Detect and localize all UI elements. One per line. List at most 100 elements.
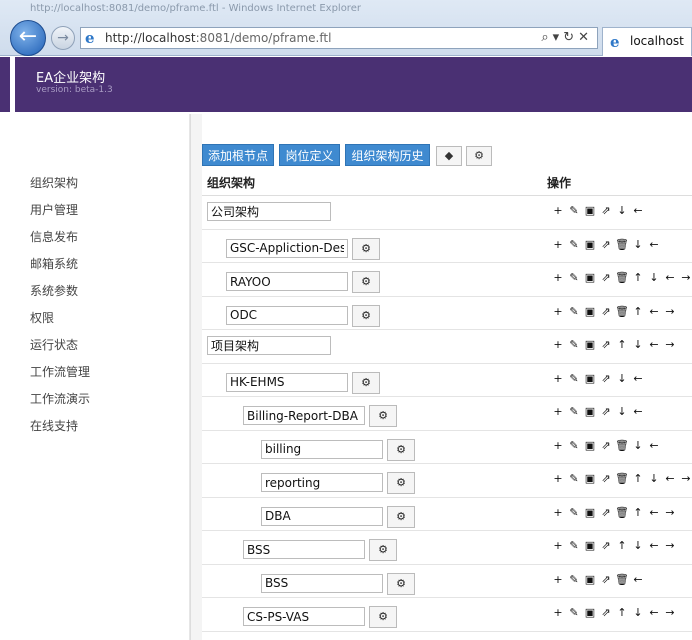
add-icon[interactable]: + [550,472,566,485]
move-down-icon[interactable]: ↓ [646,271,662,284]
add-icon[interactable]: + [550,372,566,385]
delete-icon[interactable]: 🗑 [614,506,630,519]
indent-icon[interactable]: → [678,271,692,284]
open-icon[interactable]: ⇗ [598,238,614,251]
add-icon[interactable]: + [550,305,566,318]
open-icon[interactable]: ⇗ [598,606,614,619]
edit-icon[interactable]: ✎ [566,439,582,452]
move-down-icon[interactable]: ↓ [646,472,662,485]
sidebar-item[interactable]: 运行状态 [30,336,90,363]
forward-arrow-icon[interactable]: → [51,26,75,50]
indent-icon[interactable]: → [662,338,678,351]
edit-icon[interactable]: ✎ [566,573,582,586]
edit-icon[interactable]: ✎ [566,506,582,519]
delete-icon[interactable]: 🗑 [614,439,630,452]
sidebar-item[interactable]: 权限 [30,309,90,336]
move-down-icon[interactable]: ↓ [630,606,646,619]
node-name-input[interactable] [243,607,365,626]
gear-icon[interactable]: ⚙ [387,572,415,595]
sidebar-item[interactable]: 工作流演示 [30,390,90,417]
gear-icon[interactable]: ⚙ [369,405,397,427]
outdent-icon[interactable]: ← [646,539,662,552]
outdent-icon[interactable]: ← [630,573,646,586]
edit-icon[interactable]: ✎ [566,606,582,619]
node-name-input[interactable] [226,372,348,392]
node-name-input[interactable] [261,506,383,526]
move-up-icon[interactable]: ↑ [614,539,630,552]
sidebar-item[interactable]: 在线支持 [30,417,90,444]
dropdown-icon[interactable]: ▾ [553,30,564,45]
gear-icon[interactable]: ⚙ [352,271,380,293]
indent-icon[interactable]: → [678,472,692,485]
open-icon[interactable]: ⇗ [598,472,614,485]
open-icon[interactable]: ⇗ [598,439,614,452]
open-icon[interactable]: ⇗ [598,271,614,284]
indent-icon[interactable]: → [662,606,678,619]
search-icon[interactable]: ⌕ [541,30,552,45]
gear-icon[interactable]: ⚙ [369,606,397,628]
node-name-input[interactable] [226,238,348,258]
edit-icon[interactable]: ✎ [566,305,582,318]
edit-icon[interactable]: ✎ [566,338,582,351]
tag-icon[interactable]: ◆ [436,146,462,166]
indent-icon[interactable]: → [662,305,678,318]
back-arrow-icon[interactable]: ← [10,20,46,56]
open-icon[interactable]: ⇗ [598,539,614,552]
node-name-input[interactable] [207,202,331,221]
open-icon[interactable]: ⇗ [598,338,614,351]
add-icon[interactable]: + [550,606,566,619]
add-icon[interactable]: + [550,204,566,217]
add-icon[interactable]: + [550,539,566,552]
move-down-icon[interactable]: ↓ [630,439,646,452]
position-definition-button[interactable]: 岗位定义 [279,144,340,166]
open-icon[interactable]: ⇗ [598,405,614,418]
sidebar-item[interactable]: 工作流管理 [30,363,90,390]
add-icon[interactable]: + [550,506,566,519]
edit-icon[interactable]: ✎ [566,405,582,418]
node-name-input[interactable] [226,272,348,291]
sidebar-item[interactable]: 信息发布 [30,228,90,255]
gear-icon[interactable]: ⚙ [369,539,397,561]
close-icon[interactable]: ✕ [578,30,593,45]
edit-icon[interactable]: ✎ [566,271,582,284]
move-up-icon[interactable]: ↑ [630,506,646,519]
delete-icon[interactable]: 🗑 [614,238,630,251]
add-icon[interactable]: + [550,271,566,284]
image-icon[interactable]: ▣ [582,238,598,251]
node-name-input[interactable] [243,540,365,559]
browser-tab[interactable]: e localhost [602,27,692,56]
node-name-input[interactable] [243,406,365,425]
open-icon[interactable]: ⇗ [598,506,614,519]
move-down-icon[interactable]: ↓ [630,338,646,351]
gear-icon[interactable]: ⚙ [387,505,415,528]
outdent-icon[interactable]: ← [646,506,662,519]
open-icon[interactable]: ⇗ [598,372,614,385]
image-icon[interactable]: ▣ [582,305,598,318]
gear-icon[interactable]: ⚙ [387,472,415,494]
address-url[interactable]: http://localhost:8081/demo/pframe.ftl [105,31,331,45]
move-down-icon[interactable]: ↓ [630,238,646,251]
image-icon[interactable]: ▣ [582,439,598,452]
edit-icon[interactable]: ✎ [566,472,582,485]
add-icon[interactable]: + [550,439,566,452]
edit-icon[interactable]: ✎ [566,238,582,251]
image-icon[interactable]: ▣ [582,271,598,284]
add-root-button[interactable]: 添加根节点 [202,144,274,166]
add-icon[interactable]: + [550,573,566,586]
gear-icon[interactable]: ⚙ [387,438,415,461]
move-up-icon[interactable]: ↑ [630,305,646,318]
outdent-icon[interactable]: ← [630,204,646,217]
image-icon[interactable]: ▣ [582,539,598,552]
address-bar[interactable]: e http://localhost:8081/demo/pframe.ftl … [80,27,598,49]
open-icon[interactable]: ⇗ [598,204,614,217]
sidebar-item[interactable]: 系统参数 [30,282,90,309]
move-up-icon[interactable]: ↑ [614,606,630,619]
indent-icon[interactable]: → [662,506,678,519]
move-down-icon[interactable]: ↓ [630,539,646,552]
image-icon[interactable]: ▣ [582,405,598,418]
delete-icon[interactable]: 🗑 [614,472,630,485]
gear-icon[interactable]: ⚙ [352,304,380,327]
outdent-icon[interactable]: ← [662,472,678,485]
node-name-input[interactable] [226,305,348,325]
move-down-icon[interactable]: ↓ [614,204,630,217]
